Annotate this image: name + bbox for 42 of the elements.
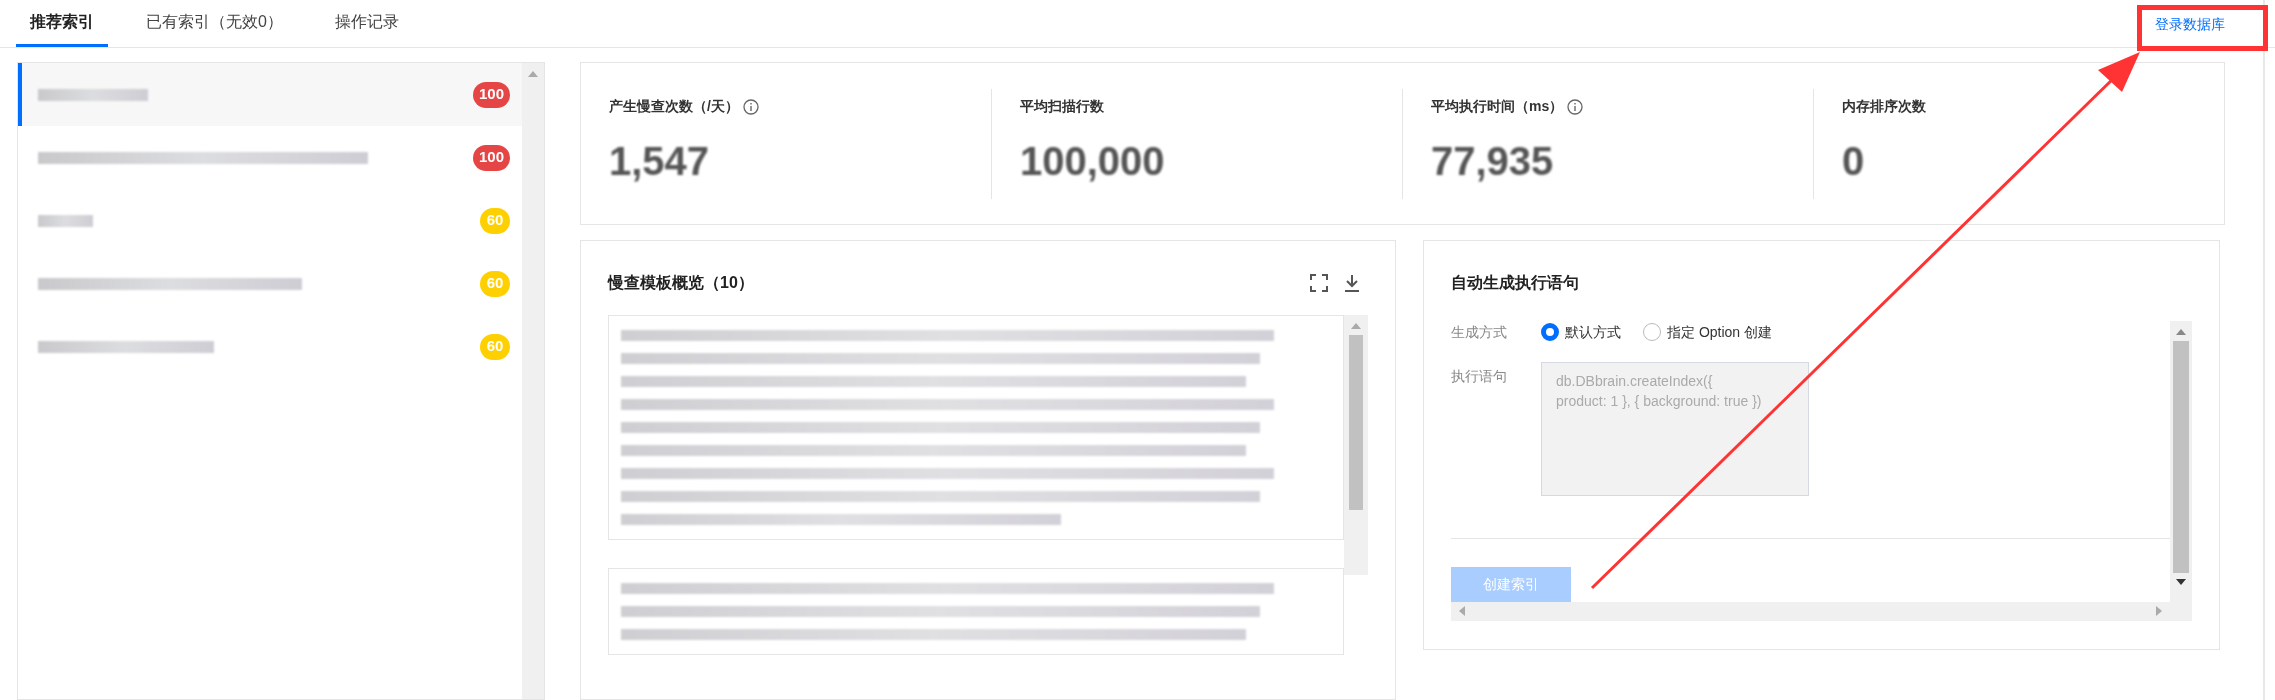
score-badge: 60 (480, 270, 510, 297)
scroll-up-icon[interactable] (2176, 329, 2186, 335)
login-link[interactable]: 登录数据库 (2155, 14, 2225, 35)
redacted-text (38, 214, 93, 227)
score-badge: 60 (480, 333, 510, 360)
field-label: 执行语句 (1451, 366, 1508, 386)
field-label: 生成方式 (1451, 322, 1508, 342)
scroll-thumb[interactable] (1349, 335, 1363, 510)
scroll-up-icon[interactable] (528, 71, 538, 77)
stat-value: 77,935 (1431, 138, 1554, 185)
stat-label: 平均执行时间（ms） (1431, 97, 1564, 116)
panel-title: 慢查模板概览（10） (608, 273, 754, 293)
stat-label: 平均扫描行数 (1020, 97, 1104, 116)
score-badge: 100 (472, 81, 510, 108)
panel-title: 自动生成执行语句 (1451, 273, 1580, 293)
score-badge: 60 (480, 207, 510, 234)
sidebar-item[interactable]: 100 (18, 126, 522, 189)
stat-value: 1,547 (609, 138, 710, 185)
scrollbar[interactable] (2170, 321, 2192, 621)
tab[interactable]: 推荐索引 (16, 0, 108, 47)
info-icon (1567, 98, 1584, 115)
download-icon[interactable] (1344, 274, 1360, 292)
scroll-down-icon[interactable] (2176, 579, 2186, 585)
tab[interactable]: 已有索引（无效0） (132, 0, 297, 47)
stat-label: 产生慢查次数（/天） (609, 97, 739, 116)
stat-label: 内存排序次数 (1842, 97, 1926, 116)
scrollbar[interactable] (522, 63, 544, 699)
fullscreen-icon[interactable] (1310, 274, 1328, 292)
radio-option[interactable]: 默认方式 (1541, 321, 1621, 343)
scroll-left-icon[interactable] (1459, 606, 1465, 617)
score-badge: 100 (472, 144, 510, 171)
stat-value: 100,000 (1020, 138, 1165, 185)
sidebar-item[interactable]: 100 (18, 63, 522, 126)
tab[interactable]: 操作记录 (320, 0, 413, 47)
scroll-up-icon[interactable] (1351, 323, 1361, 329)
radio-option[interactable]: 指定 Option 创建 (1643, 321, 1773, 343)
scrollbar[interactable] (1451, 601, 2170, 621)
info-icon (742, 98, 759, 115)
scrollbar[interactable] (1344, 315, 1368, 575)
scroll-right-icon[interactable] (2156, 606, 2162, 617)
scroll-thumb[interactable] (2173, 341, 2189, 573)
stat-value: 0 (1842, 138, 1865, 185)
